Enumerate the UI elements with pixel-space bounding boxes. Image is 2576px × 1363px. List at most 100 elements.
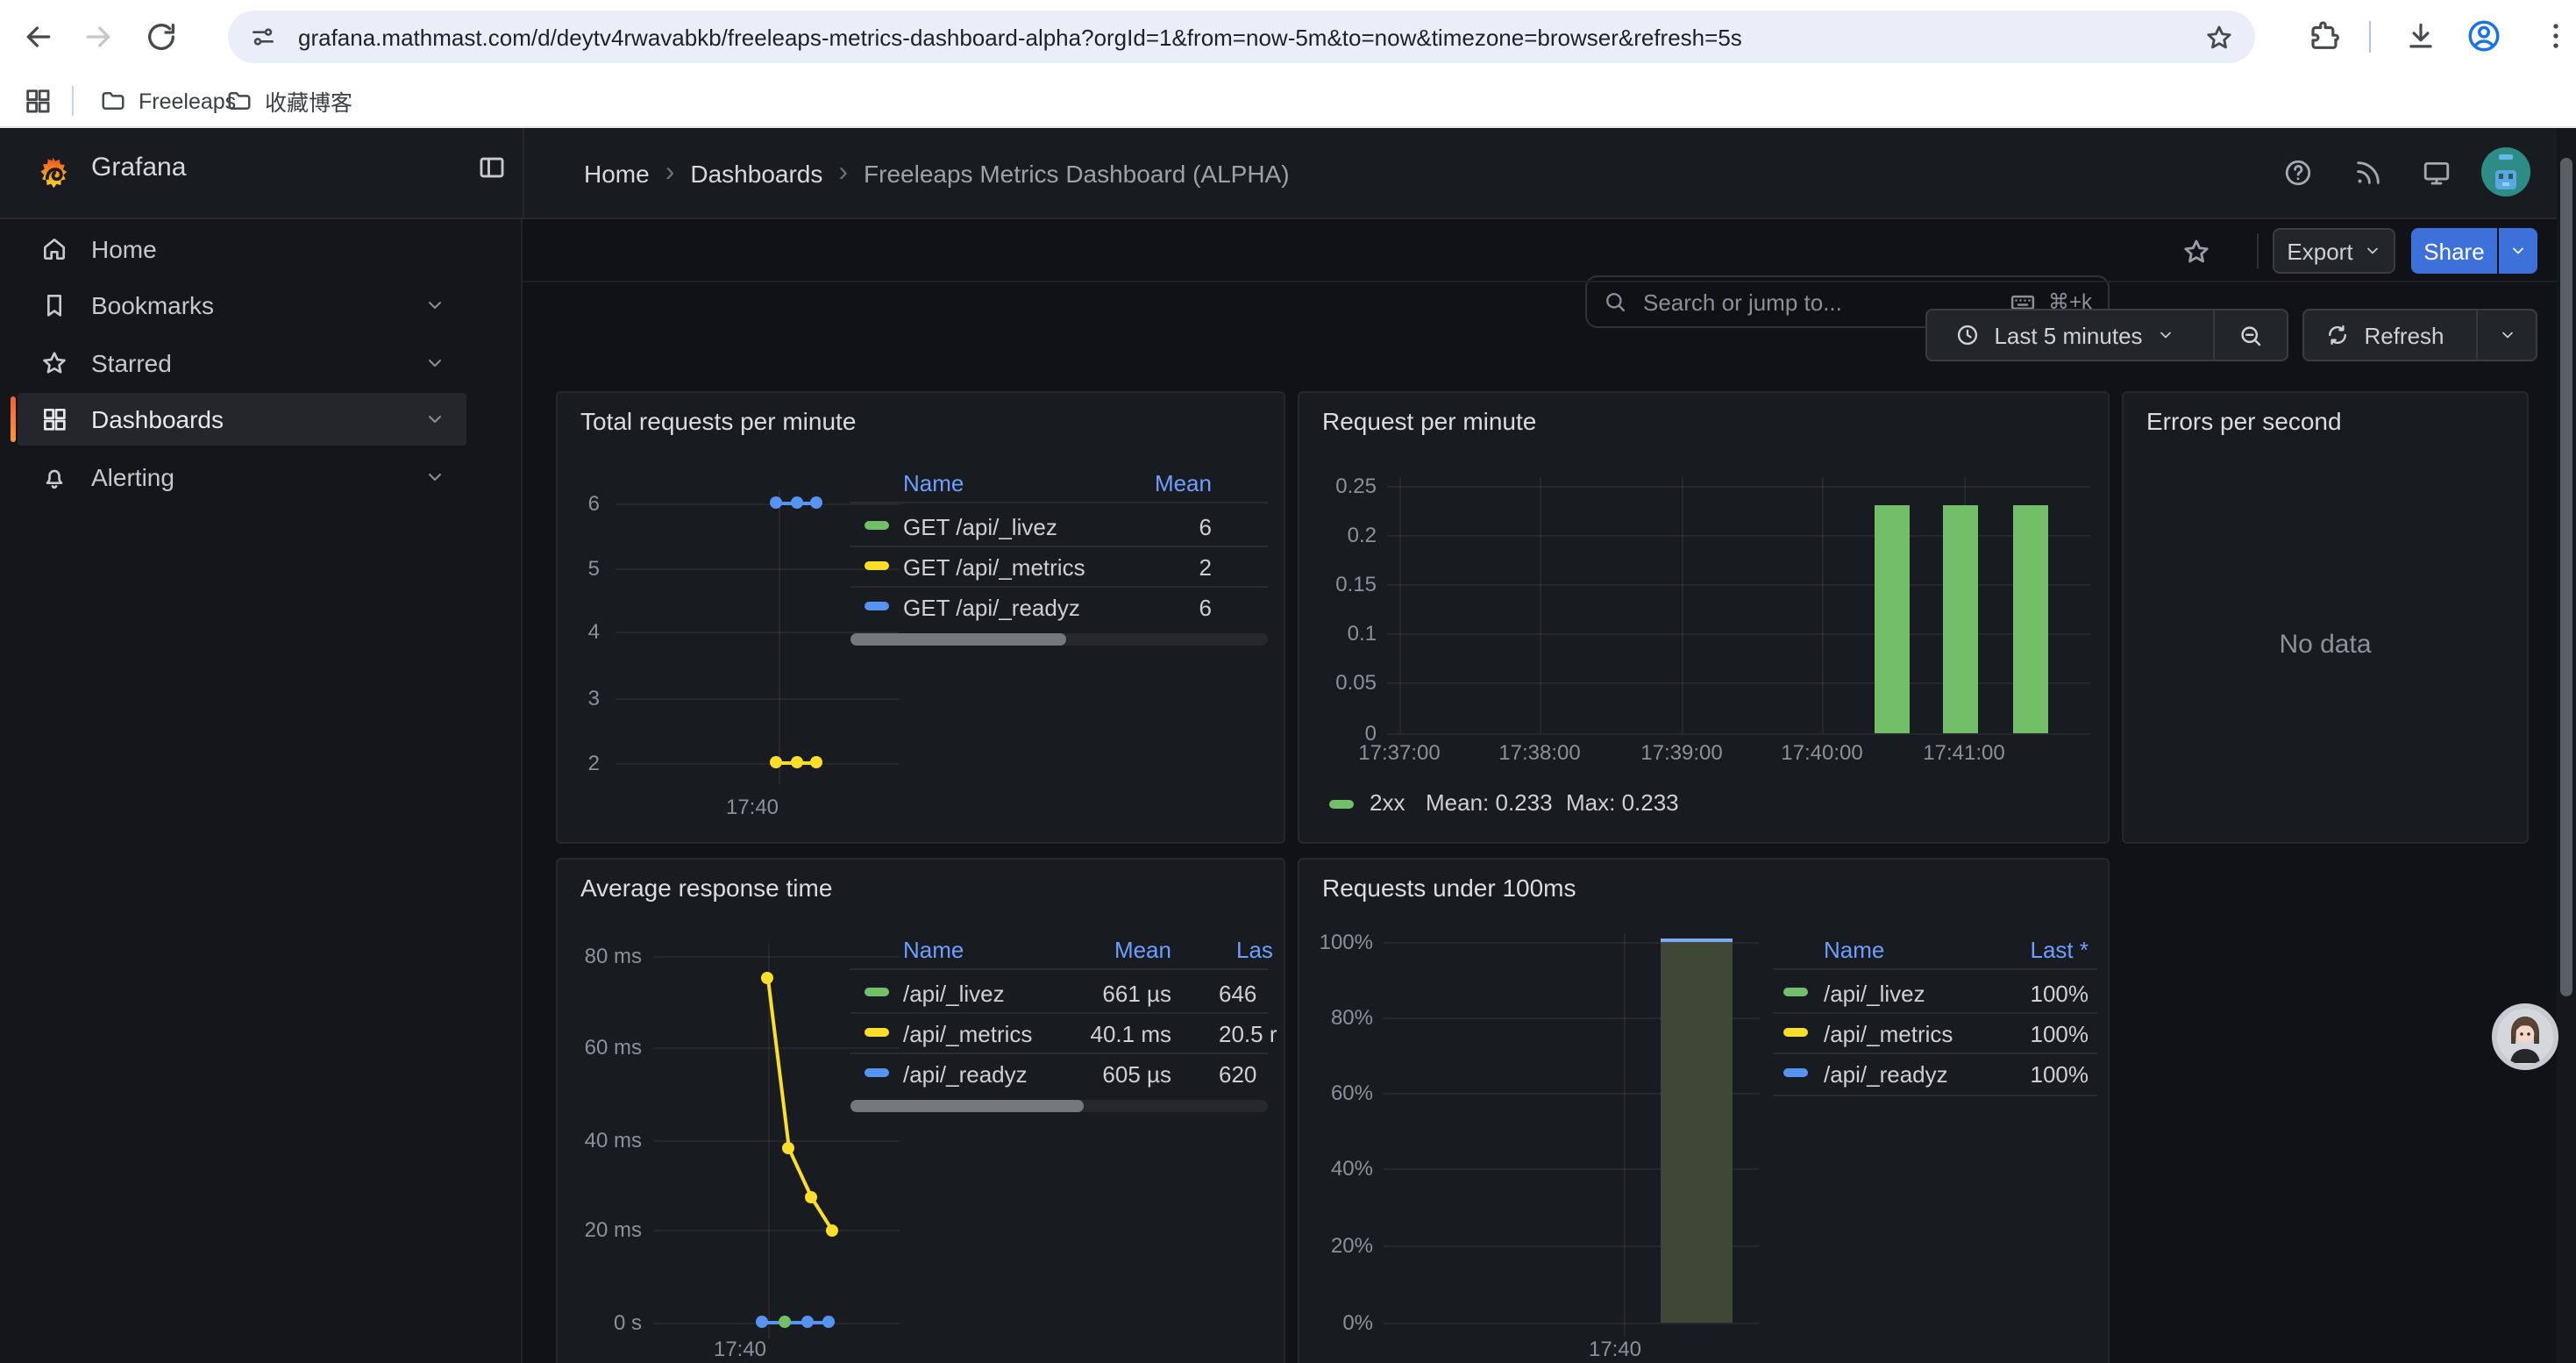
favorite-dashboard-button[interactable] [2181,237,2211,267]
folder-icon [226,88,253,114]
breadcrumb-home[interactable]: Home [584,160,650,188]
legend-divider [1773,1053,2097,1054]
sidebar-item-home[interactable]: Home [18,223,466,275]
kebab-menu-icon [2539,19,2572,53]
url-bar[interactable] [228,11,2255,63]
gridline [1387,733,2090,735]
legend-scrollbar-thumb[interactable] [850,1100,1084,1112]
help-button[interactable] [2283,158,2313,188]
browser-menu-button[interactable] [2539,19,2572,61]
panel-title[interactable]: Requests under 100ms [1322,874,1576,902]
legend-divider [1773,1095,2097,1096]
refresh-sync-icon [2325,323,2350,347]
sidebar-item-bookmarks[interactable]: Bookmarks [18,279,466,332]
legend-header-name[interactable]: Name [1824,937,1884,963]
gridline [1624,933,1626,1337]
time-range-picker[interactable]: Last 5 minutes [1927,310,2202,360]
refresh-label: Refresh [2364,322,2444,348]
zoom-out-button[interactable] [2213,310,2287,360]
gridline [1682,477,1683,733]
floating-assistant-avatar[interactable] [2492,1003,2558,1070]
gridline [1540,477,1541,733]
y-tick: 2 [558,751,600,775]
legend-series-name[interactable]: GET /api/_metrics [903,554,1085,581]
chevron-down-icon[interactable] [424,295,445,316]
data-point [801,1316,814,1328]
legend-header-name[interactable]: Name [903,937,964,963]
brand-title[interactable]: Grafana [91,153,186,182]
reload-button[interactable] [144,19,179,54]
panel-title[interactable]: Errors per second [2146,407,2342,435]
forward-button[interactable] [81,19,116,54]
x-tick: 17:39:00 [1626,740,1738,765]
x-tick: 17:38:00 [1484,740,1596,765]
share-menu-button[interactable] [2499,228,2537,274]
legend-series-name[interactable]: /api/_metrics [903,1021,1032,1047]
gridline [1399,477,1401,733]
apps-button[interactable] [23,86,53,116]
sidebar-item-alerting[interactable]: Alerting [18,451,466,503]
sidebar-item-starred[interactable]: Starred [18,337,466,389]
legend-series-name[interactable]: GET /api/_livez [903,514,1057,540]
x-tick: 17:37:00 [1343,740,1455,765]
data-point [810,756,822,768]
legend-header-mean[interactable]: Mean [1043,937,1171,963]
chevron-right-icon: › [665,158,675,189]
legend-series-name[interactable]: /api/_livez [903,981,1005,1007]
data-point [779,1316,791,1328]
export-button[interactable]: Export [2273,228,2395,274]
gridline [616,568,900,570]
kiosk-mode-button[interactable] [2422,158,2451,188]
y-tick: 20 ms [568,1217,642,1242]
gridline [616,503,900,505]
sidebar-toggle-button[interactable] [477,153,507,182]
extensions-puzzle-icon [2308,19,2341,53]
news-button[interactable] [2353,158,2383,188]
breadcrumb-dashboards[interactable]: Dashboards [690,160,822,188]
panel-title[interactable]: Request per minute [1322,407,1536,435]
bookmark-folder-blogs[interactable]: 收藏博客 [214,82,365,119]
profile-button[interactable] [2466,18,2502,54]
legend-header-name[interactable]: Name [903,470,964,496]
zoom-out-icon [2238,322,2264,348]
downloads-button[interactable] [2404,19,2437,53]
legend-divider [850,546,1268,547]
sidebar-item-dashboards[interactable]: Dashboards [18,393,466,446]
page-scrollbar-thumb[interactable] [2560,158,2572,996]
refresh-button[interactable]: Refresh [2304,310,2466,360]
y-tick: 0.25 [1299,474,1377,498]
y-tick: 0.15 [1299,572,1377,596]
user-avatar[interactable] [2481,147,2530,196]
legend-scrollbar-thumb[interactable] [850,633,1066,646]
legend-series-name[interactable]: GET /api/_readyz [903,595,1080,621]
y-tick: 6 [558,491,600,516]
legend-series-name[interactable]: /api/_readyz [1824,1061,1948,1088]
panel-title[interactable]: Average response time [580,874,832,902]
url-input[interactable] [295,22,2204,52]
bookmark-star-icon[interactable] [2204,22,2234,52]
back-button[interactable] [21,19,56,54]
site-settings-icon[interactable] [249,23,277,51]
chevron-down-icon[interactable] [424,353,445,374]
refresh-interval-button[interactable] [2476,310,2536,360]
legend-value: 646 [1219,981,1256,1007]
extensions-button[interactable] [2308,19,2341,53]
avatar-girl-illustration [2497,1009,2553,1065]
legend-header-last[interactable]: Las [1236,937,1273,963]
data-point [756,1316,768,1328]
legend-series-name[interactable]: 2xx [1370,789,1405,816]
grafana-logo[interactable] [35,156,70,200]
share-button[interactable]: Share [2411,228,2497,274]
gridline [654,956,900,958]
chevron-down-icon[interactable] [424,409,445,430]
gridline [779,489,780,784]
folder-icon [100,88,126,114]
chevron-right-icon: › [838,158,848,189]
chevron-down-icon[interactable] [424,467,445,488]
legend-header-last[interactable]: Last * [1983,937,2089,963]
panel-title[interactable]: Total requests per minute [580,407,856,435]
legend-series-name[interactable]: /api/_livez [1824,981,1925,1007]
legend-series-name[interactable]: /api/_readyz [903,1061,1028,1088]
legend-header-mean[interactable]: Mean [1084,470,1212,496]
legend-series-name[interactable]: /api/_metrics [1824,1021,1953,1047]
